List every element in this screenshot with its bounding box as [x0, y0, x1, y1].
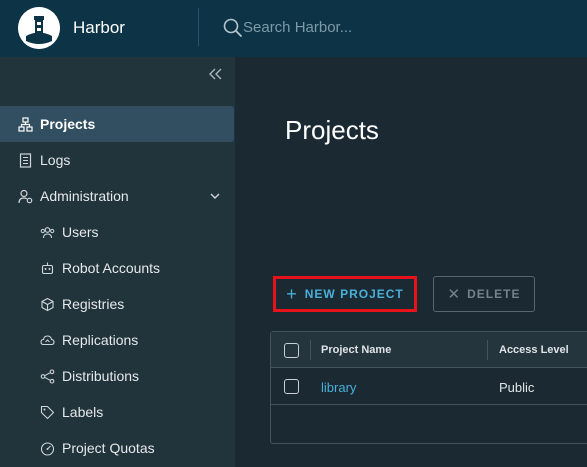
sidebar-item-label: Project Quotas — [62, 440, 155, 456]
sidebar-item-labels[interactable]: Labels — [0, 394, 234, 430]
sidebar-item-label: Labels — [62, 404, 104, 420]
chevron-down-icon[interactable] — [209, 190, 221, 202]
sidebar-item-distributions[interactable]: Distributions — [0, 358, 234, 394]
project-name-link[interactable]: library — [321, 380, 356, 395]
new-project-label: NEW PROJECT — [304, 287, 404, 301]
collapse-sidebar-icon[interactable] — [206, 65, 224, 83]
sidebar-item-label: Registries — [62, 296, 125, 312]
quotas-icon — [40, 442, 55, 456]
administration-icon — [18, 189, 33, 204]
main-content: Projects + NEW PROJECT ✕ DELETE Project … — [235, 57, 587, 467]
registries-icon — [41, 297, 54, 312]
sidebar-item-label: Logs — [40, 152, 71, 168]
sidebar-item-label: Projects — [40, 116, 96, 132]
sidebar-item-label: Administration — [40, 188, 129, 204]
distributions-icon — [40, 369, 55, 384]
row-checkbox[interactable] — [284, 379, 299, 394]
sidebar-item-label: Replications — [62, 332, 139, 348]
close-icon: ✕ — [447, 286, 462, 303]
sidebar-item-label: Users — [62, 224, 99, 240]
sidebar: Projects Logs Administration Users Robot… — [0, 57, 235, 467]
app-brand[interactable]: Harbor — [73, 18, 125, 38]
new-project-button[interactable]: + NEW PROJECT — [273, 276, 417, 312]
app-header: Harbor — [0, 0, 587, 57]
table-row: library Public — [271, 368, 587, 405]
robot-icon — [41, 262, 54, 275]
sidebar-item-label: Robot Accounts — [62, 260, 161, 276]
column-header-project-name[interactable]: Project Name — [321, 344, 391, 356]
projects-table: Project Name Access Level library Public — [270, 331, 587, 444]
sidebar-item-replications[interactable]: Replications — [0, 322, 234, 358]
select-all-checkbox[interactable] — [284, 343, 299, 358]
column-header-access-level[interactable]: Access Level — [499, 344, 569, 356]
search-input[interactable] — [243, 16, 543, 38]
plus-icon: + — [286, 284, 298, 304]
projects-icon — [18, 117, 33, 132]
harbor-logo-icon[interactable] — [18, 7, 60, 49]
column-divider — [310, 340, 311, 360]
search-icon[interactable] — [222, 17, 244, 39]
sidebar-item-users[interactable]: Users — [0, 214, 234, 250]
sidebar-item-projects[interactable]: Projects — [0, 106, 234, 142]
labels-icon — [40, 405, 55, 420]
sidebar-item-label: Distributions — [62, 368, 140, 384]
sidebar-item-administration[interactable]: Administration — [0, 178, 234, 214]
delete-label: DELETE — [467, 287, 521, 301]
sidebar-item-robot-accounts[interactable]: Robot Accounts — [0, 250, 234, 286]
column-divider — [487, 340, 488, 360]
header-divider — [198, 8, 199, 46]
sidebar-item-logs[interactable]: Logs — [0, 142, 234, 178]
logs-icon — [19, 153, 32, 168]
users-icon — [40, 227, 55, 239]
access-level-cell: Public — [499, 380, 535, 395]
delete-button[interactable]: ✕ DELETE — [433, 276, 535, 312]
page-title: Projects — [285, 115, 379, 145]
replications-icon — [40, 335, 55, 346]
sidebar-item-project-quotas[interactable]: Project Quotas — [0, 430, 234, 466]
sidebar-item-registries[interactable]: Registries — [0, 286, 234, 322]
table-header: Project Name Access Level — [271, 332, 587, 368]
